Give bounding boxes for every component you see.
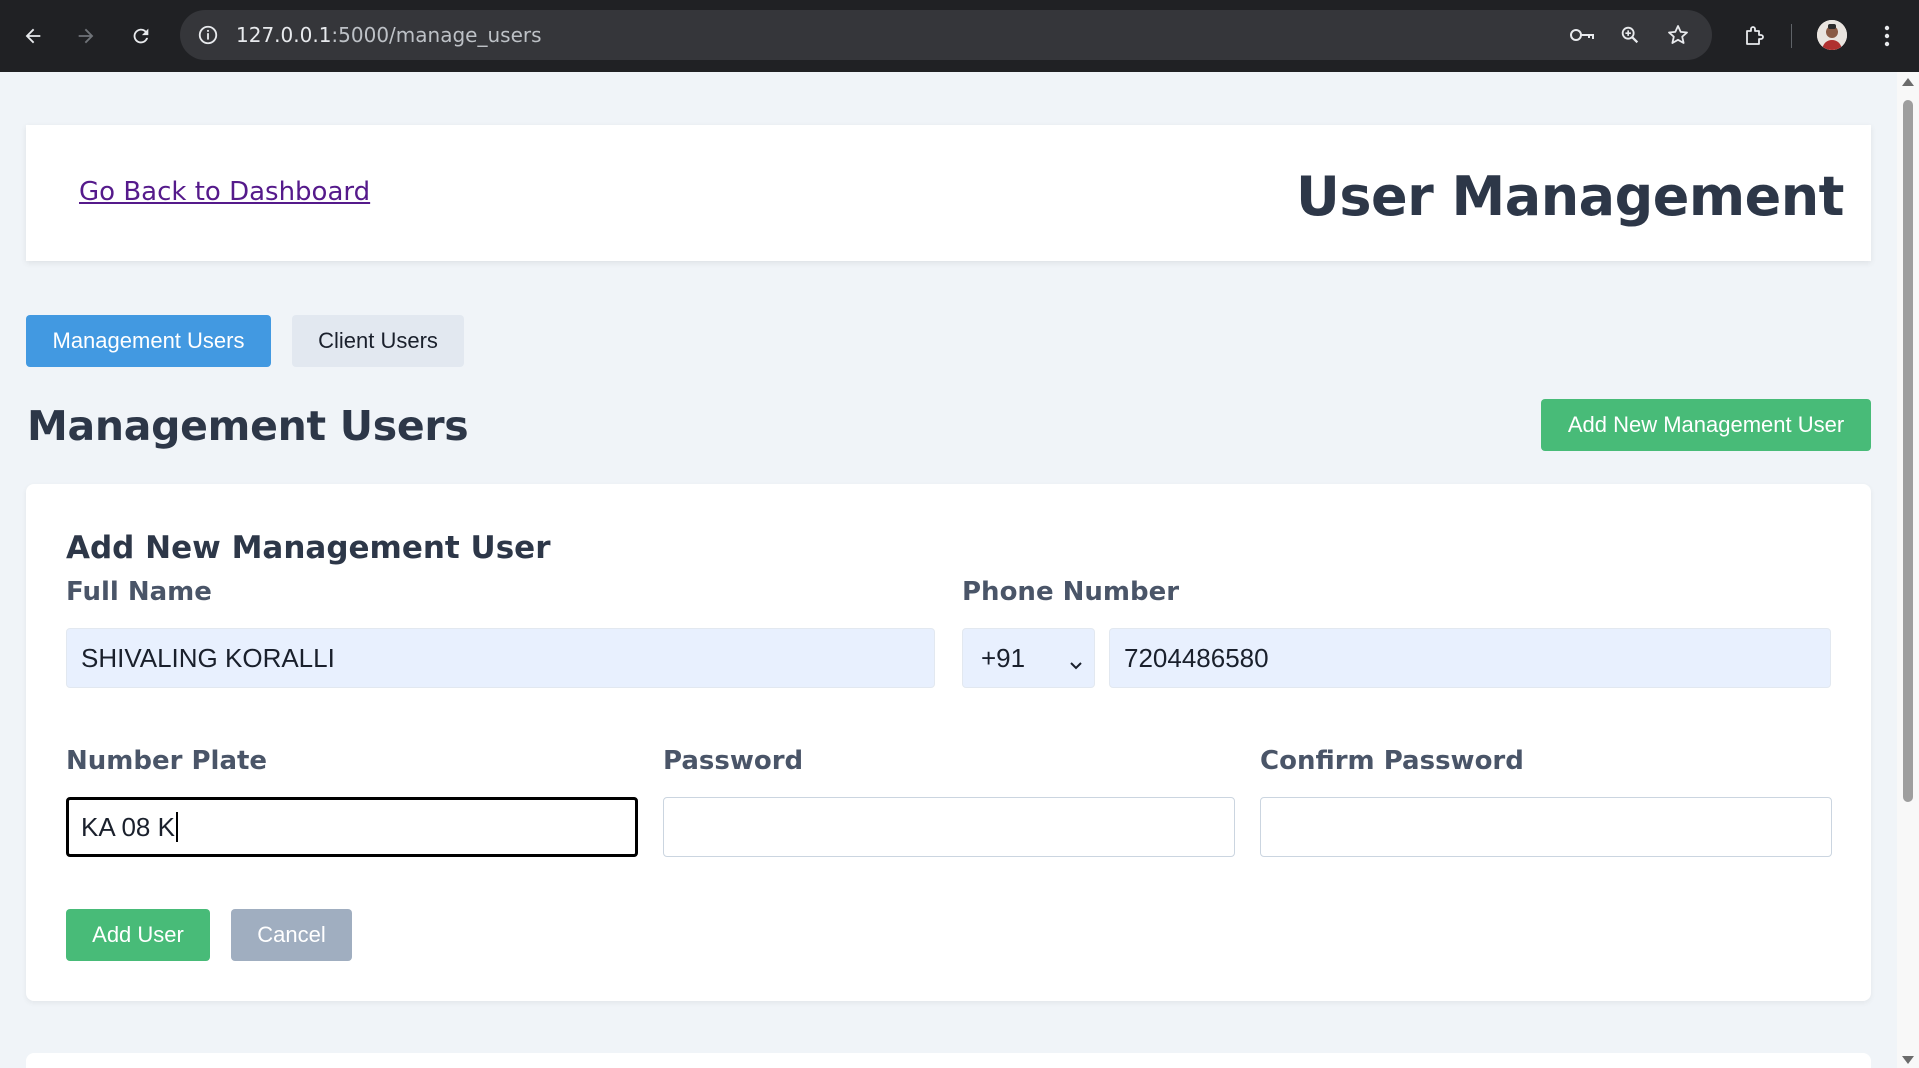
- confirm-password-input[interactable]: [1260, 797, 1832, 857]
- page-title: User Management: [1295, 165, 1845, 228]
- country-code-value: +91: [981, 642, 1026, 673]
- site-info-icon[interactable]: [194, 21, 222, 49]
- full-name-value: SHIVALING KORALLI: [81, 642, 335, 673]
- address-bar[interactable]: 127.0.0.1:5000/manage_users: [180, 10, 1712, 60]
- url-text: 127.0.0.1:5000/manage_users: [236, 23, 542, 47]
- password-label: Password: [663, 746, 804, 776]
- tab-client-users[interactable]: Client Users: [292, 315, 464, 367]
- add-new-management-user-button[interactable]: Add New Management User: [1541, 399, 1871, 451]
- scroll-up-arrow-icon[interactable]: [1902, 78, 1914, 86]
- scrollbar-thumb[interactable]: [1903, 100, 1913, 802]
- password-key-icon[interactable]: [1568, 21, 1596, 49]
- browser-toolbar: 127.0.0.1:5000/manage_users: [0, 0, 1919, 72]
- add-user-form: Add New Management User Full Name SHIVAL…: [26, 484, 1871, 1001]
- phone-number-input[interactable]: 7204486580: [1109, 628, 1831, 688]
- bookmark-star-icon[interactable]: [1664, 21, 1692, 49]
- zoom-icon[interactable]: [1616, 21, 1644, 49]
- phone-number-value: 7204486580: [1124, 642, 1269, 673]
- phone-number-label: Phone Number: [962, 577, 1180, 607]
- chevron-down-icon: [1068, 649, 1084, 680]
- password-input[interactable]: [663, 797, 1235, 857]
- cancel-button[interactable]: Cancel: [231, 909, 352, 961]
- full-name-input[interactable]: SHIVALING KORALLI: [66, 628, 935, 688]
- browser-menu-icon[interactable]: [1871, 20, 1903, 52]
- back-to-dashboard-link[interactable]: Go Back to Dashboard: [79, 177, 370, 207]
- text-caret: [175, 812, 178, 842]
- country-code-select[interactable]: +91: [962, 628, 1095, 688]
- scroll-down-arrow-icon[interactable]: [1902, 1056, 1914, 1064]
- page-header: Go Back to Dashboard User Management: [26, 125, 1871, 261]
- add-user-button[interactable]: Add User: [66, 909, 210, 961]
- number-plate-label: Number Plate: [66, 746, 268, 776]
- full-name-label: Full Name: [66, 577, 212, 607]
- confirm-password-label: Confirm Password: [1260, 746, 1524, 776]
- forward-arrow-icon[interactable]: [70, 20, 102, 52]
- form-title: Add New Management User: [66, 530, 551, 566]
- tab-management-users[interactable]: Management Users: [26, 315, 271, 367]
- extensions-icon[interactable]: [1738, 20, 1770, 52]
- users-list-card: [26, 1053, 1871, 1068]
- section-title: Management Users: [27, 402, 469, 450]
- number-plate-value: KA 08 K: [81, 811, 175, 842]
- number-plate-input[interactable]: KA 08 K: [66, 797, 638, 857]
- reload-icon[interactable]: [125, 20, 157, 52]
- profile-avatar-icon[interactable]: [1817, 20, 1847, 50]
- page-scrollbar[interactable]: [1897, 72, 1919, 1068]
- toolbar-divider: [1791, 24, 1792, 48]
- back-arrow-icon[interactable]: [17, 20, 49, 52]
